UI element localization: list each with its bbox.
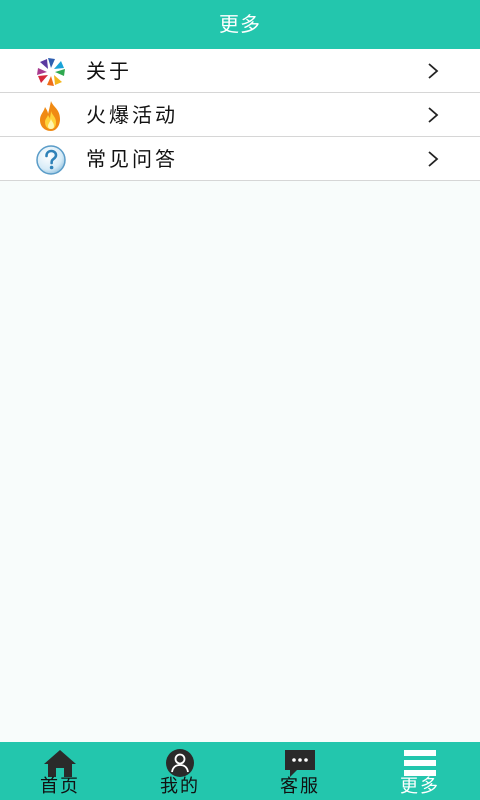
tab-label: 我的 [160,776,200,797]
menu-icon [404,750,436,776]
tab-label: 客服 [280,776,320,797]
chat-icon [285,750,315,777]
tab-label: 更多 [400,776,440,797]
title-bar: 更多 [0,0,480,49]
chevron-right-icon [428,107,439,123]
tab-home[interactable]: 首页 [0,742,120,800]
tab-more[interactable]: 更多 [360,742,480,800]
question-icon [36,145,66,175]
menu-item-label: 常见问答 [86,147,178,171]
chevron-right-icon [428,151,439,167]
menu-item-about[interactable]: 关于 [0,49,480,93]
menu-item-hot-events[interactable]: 火爆活动 [0,93,480,137]
more-menu-list: 关于 火爆活动 常见问答 [0,49,480,181]
pinwheel-icon [37,58,65,86]
tab-label: 首页 [40,776,80,797]
user-icon [166,749,194,777]
tab-mine[interactable]: 我的 [120,742,240,800]
tab-customer-service[interactable]: 客服 [240,742,360,800]
bottom-tab-bar: 首页 我的 客服 更多 [0,742,480,800]
menu-item-faq[interactable]: 常见问答 [0,137,480,181]
menu-item-label: 关于 [86,59,132,83]
fire-icon [40,101,60,131]
chevron-right-icon [428,63,439,79]
menu-item-label: 火爆活动 [86,103,178,127]
page-title: 更多 [219,12,261,36]
home-icon [44,750,76,777]
